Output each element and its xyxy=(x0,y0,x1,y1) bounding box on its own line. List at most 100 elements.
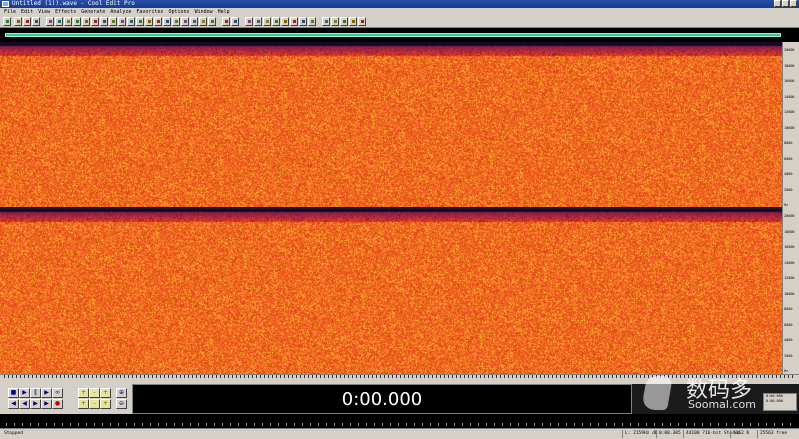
time-tick xyxy=(240,375,241,378)
toolbar-button-8[interactable] xyxy=(73,17,81,26)
level-tick xyxy=(782,423,783,426)
menu-options[interactable]: Options xyxy=(168,8,189,16)
toolbar-icon xyxy=(361,20,364,23)
time-tick xyxy=(612,375,613,378)
menu-file[interactable]: File xyxy=(4,8,16,16)
menu-favorites[interactable]: Favorites xyxy=(136,8,163,16)
toolbar-button-36[interactable] xyxy=(340,17,348,26)
zoom-vertical-out-icon[interactable]: ⊖ xyxy=(116,399,127,409)
level-tick xyxy=(638,423,639,426)
toolbar-button-14[interactable] xyxy=(127,17,135,26)
toolbar-button-22[interactable] xyxy=(199,17,207,26)
toolbar-button-33[interactable] xyxy=(308,17,316,26)
toolbar-button-7[interactable] xyxy=(64,17,72,26)
toolbar-button-16[interactable] xyxy=(145,17,153,26)
toolbar-button-26[interactable] xyxy=(245,17,253,26)
time-tick xyxy=(404,375,405,378)
maximize-button[interactable] xyxy=(782,0,789,7)
toolbar-icon xyxy=(67,20,70,23)
zoom-selection-icon[interactable]: + xyxy=(78,399,89,409)
time-tick xyxy=(340,375,341,378)
menu-edit[interactable]: Edit xyxy=(21,8,33,16)
rewind-button[interactable]: ◀ xyxy=(19,399,30,409)
loop-play-button[interactable]: ∞ xyxy=(52,388,63,398)
fast-forward-button[interactable]: ▶ xyxy=(30,399,41,409)
go-start-button[interactable]: ◀ xyxy=(8,399,19,409)
toolbar-button-34[interactable] xyxy=(322,17,330,26)
toolbar-button-23[interactable] xyxy=(208,17,216,26)
toolbar-icon xyxy=(121,20,124,23)
zoom-in-full-icon[interactable]: + xyxy=(78,388,89,398)
toolbar-icon xyxy=(311,20,314,23)
toolbar-button-30[interactable] xyxy=(281,17,289,26)
level-tick xyxy=(606,423,607,426)
toolbar-button-3[interactable] xyxy=(23,17,31,26)
menu-effects[interactable]: Effects xyxy=(55,8,76,16)
toolbar-button-25[interactable] xyxy=(231,17,239,26)
toolbar-icon xyxy=(49,20,52,23)
toolbar-button-6[interactable] xyxy=(55,17,63,26)
status-position: 0:00.305 xyxy=(656,430,681,438)
toolbar-button-24[interactable] xyxy=(222,17,230,26)
toolbar-button-37[interactable] xyxy=(349,17,357,26)
toolbar-button-19[interactable] xyxy=(172,17,180,26)
toolbar-button-4[interactable] xyxy=(32,17,40,26)
toolbar-button-29[interactable] xyxy=(272,17,280,26)
time-tick xyxy=(572,375,573,378)
frequency-tick-label: 2000 xyxy=(784,353,793,358)
level-tick xyxy=(534,423,535,426)
toolbar-button-28[interactable] xyxy=(263,17,271,26)
toolbar-icon xyxy=(175,20,178,23)
zoom-vertical-icon[interactable]: ⊕ xyxy=(116,388,127,398)
close-button[interactable] xyxy=(790,0,797,7)
menu-help[interactable]: Help xyxy=(218,8,230,16)
toolbar-button-38[interactable] xyxy=(358,17,366,26)
level-tick xyxy=(582,423,583,426)
toolbar-button-15[interactable] xyxy=(136,17,144,26)
menu-generate[interactable]: Generate xyxy=(81,8,105,16)
toolbar-button-1[interactable] xyxy=(3,17,11,26)
toolbar-button-17[interactable] xyxy=(154,17,162,26)
zoom-right-icon[interactable]: + xyxy=(100,399,111,409)
stop-button[interactable]: ■ xyxy=(8,388,19,398)
toolbar-button-32[interactable] xyxy=(299,17,307,26)
level-tick xyxy=(766,423,767,426)
toolbar-button-35[interactable] xyxy=(331,17,339,26)
toolbar-icon xyxy=(334,20,337,23)
toolbar-button-12[interactable] xyxy=(109,17,117,26)
time-tick xyxy=(488,375,489,378)
zoom-in-icon[interactable]: + xyxy=(100,388,111,398)
toolbar-button-10[interactable] xyxy=(91,17,99,26)
toolbar-button-13[interactable] xyxy=(118,17,126,26)
status-bar: Stopped L: 2159Hz dB 0:00.305 44100 ?16-… xyxy=(0,428,799,439)
zoom-left-icon[interactable]: - xyxy=(89,399,100,409)
menu-view[interactable]: View xyxy=(38,8,50,16)
toolbar-button-31[interactable] xyxy=(290,17,298,26)
minimize-button[interactable] xyxy=(774,0,781,7)
pause-button[interactable]: ‖ xyxy=(30,388,41,398)
zoom-out-full-icon[interactable]: - xyxy=(89,388,100,398)
toolbar-button-9[interactable] xyxy=(82,17,90,26)
play-button[interactable]: ▶ xyxy=(19,388,30,398)
toolbar-button-11[interactable] xyxy=(100,17,108,26)
spectral-view[interactable] xyxy=(0,42,782,374)
record-button[interactable]: ● xyxy=(52,399,63,409)
toolbar-icon xyxy=(76,20,79,23)
level-tick xyxy=(614,423,615,426)
time-tick xyxy=(524,375,525,378)
overview-range-bar[interactable] xyxy=(5,33,781,37)
level-tick xyxy=(430,423,431,426)
toolbar-button-2[interactable] xyxy=(14,17,22,26)
frequency-tick-label: 12000 xyxy=(784,110,795,114)
time-tick xyxy=(144,375,145,378)
go-end-button[interactable]: ▶ xyxy=(41,399,52,409)
toolbar-button-20[interactable] xyxy=(181,17,189,26)
menu-analyze[interactable]: Analyze xyxy=(110,8,131,16)
menu-window[interactable]: Window xyxy=(195,8,213,16)
toolbar-button-18[interactable] xyxy=(163,17,171,26)
toolbar-button-21[interactable] xyxy=(190,17,198,26)
time-tick xyxy=(556,375,557,378)
toolbar-button-5[interactable] xyxy=(46,17,54,26)
play-to-end-button[interactable]: ▶ xyxy=(41,388,52,398)
toolbar-button-27[interactable] xyxy=(254,17,262,26)
